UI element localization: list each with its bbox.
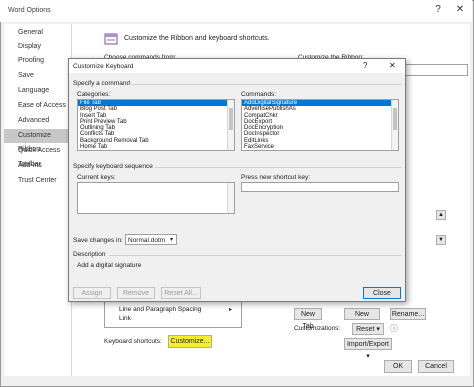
- dialog-help-icon[interactable]: ?: [363, 61, 367, 70]
- keyboard-shortcuts-label: Keyboard shortcuts:: [104, 338, 162, 345]
- description-text: Add a digital signature: [77, 262, 142, 269]
- save-changes-dropdown[interactable]: Normal.dotm ▾: [125, 234, 177, 245]
- sidebar-item-save[interactable]: Save: [4, 69, 72, 83]
- list-item[interactable]: FaxService: [242, 144, 398, 150]
- current-keys-list[interactable]: [77, 182, 235, 214]
- new-shortcut-input[interactable]: [241, 182, 399, 192]
- move-down-button[interactable]: ▼: [436, 235, 446, 245]
- rename-button[interactable]: Rename...: [390, 308, 426, 320]
- divider: [109, 255, 401, 256]
- sidebar: General Display Proofing Save Language E…: [4, 24, 72, 376]
- dialog-close-icon[interactable]: ✕: [389, 61, 396, 70]
- new-tab-button[interactable]: New Tab: [294, 308, 322, 330]
- new-group-button[interactable]: New Group: [344, 308, 380, 330]
- customize-keyboard-button[interactable]: Customize...: [168, 335, 212, 348]
- ok-button[interactable]: OK: [384, 360, 412, 373]
- dialog-title-bar: Customize Keyboard ? ✕: [69, 59, 405, 73]
- categories-label: Categories:: [77, 91, 111, 98]
- sidebar-item-display[interactable]: Display: [4, 40, 72, 54]
- commands-list[interactable]: AddDigitalSignature AdvertisePublishAs C…: [241, 99, 399, 151]
- sidebar-item-general[interactable]: General: [4, 26, 72, 40]
- press-new-shortcut-label: Press new shortcut key:: [241, 174, 310, 181]
- divider: [155, 167, 401, 168]
- customizations-label: Customizations:: [294, 325, 341, 332]
- info-icon: ⓘ: [390, 324, 398, 333]
- move-up-button[interactable]: ▲: [436, 210, 446, 220]
- close-icon[interactable]: ✕: [452, 3, 468, 17]
- remove-button[interactable]: Remove: [117, 287, 155, 299]
- sidebar-item-ease-of-access[interactable]: Ease of Access: [4, 99, 72, 113]
- scrollbar[interactable]: [227, 100, 234, 150]
- assign-button[interactable]: Assign: [73, 287, 111, 299]
- dialog-title: Customize Keyboard: [73, 63, 134, 70]
- current-keys-label: Current keys:: [77, 174, 116, 181]
- sidebar-item-add-ins[interactable]: Add-ins: [4, 159, 72, 173]
- sidebar-item-proofing[interactable]: Proofing: [4, 54, 72, 68]
- customize-keyboard-dialog: Customize Keyboard ? ✕ Specify a command…: [68, 58, 406, 302]
- list-item[interactable]: Home Tab: [78, 144, 234, 150]
- categories-list[interactable]: File Tab Blog Post Tab Insert Tab Print …: [77, 99, 235, 151]
- cancel-button[interactable]: Cancel: [418, 360, 454, 373]
- list-item[interactable]: Line and Paragraph Spacing: [119, 306, 201, 313]
- customize-ribbon-icon: [104, 33, 118, 45]
- window-title: Word Options: [8, 7, 51, 14]
- keyboard-sequence-label: Specify keyboard sequence: [73, 163, 153, 170]
- save-changes-label: Save changes in:: [73, 237, 123, 244]
- help-icon[interactable]: ?: [430, 3, 446, 17]
- list-item[interactable]: Link: [119, 315, 131, 322]
- scrollbar[interactable]: [227, 183, 234, 213]
- chevron-down-icon: ▾: [170, 237, 174, 243]
- divider: [129, 84, 401, 85]
- import-export-button[interactable]: Import/Export ▾: [344, 338, 392, 360]
- sidebar-item-advanced[interactable]: Advanced: [4, 114, 72, 128]
- commands-label: Commands:: [241, 91, 277, 98]
- page-heading: Customize the Ribbon and keyboard shortc…: [124, 35, 270, 42]
- description-label: Description: [73, 251, 106, 258]
- close-button[interactable]: Close: [363, 287, 401, 299]
- reset-button[interactable]: Reset ▾: [352, 323, 384, 335]
- save-changes-value: Normal.dotm: [128, 237, 166, 244]
- chevron-right-icon: ▸: [229, 307, 233, 313]
- specify-command-label: Specify a command: [73, 80, 131, 87]
- scrollbar[interactable]: [391, 100, 398, 150]
- sidebar-item-customize-ribbon[interactable]: Customize Ribbon: [4, 129, 72, 153]
- sidebar-item-quick-access-toolbar[interactable]: Quick Access Toolbar: [4, 144, 72, 168]
- title-bar: Word Options ? ✕: [0, 0, 472, 22]
- reset-all-button[interactable]: Reset All...: [161, 287, 201, 299]
- sidebar-item-trust-center[interactable]: Trust Center: [4, 174, 72, 188]
- sidebar-item-language[interactable]: Language: [4, 84, 72, 98]
